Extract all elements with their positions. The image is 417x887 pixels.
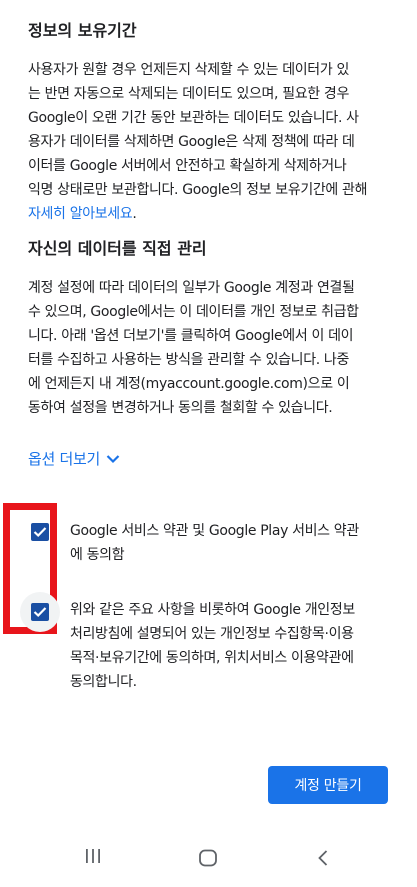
create-account-button[interactable]: 계정 만들기 [268, 766, 388, 804]
learn-more-link[interactable]: 자세히 알아보세요 [28, 206, 133, 222]
check-icon [33, 527, 47, 538]
terms-checkbox[interactable] [31, 523, 49, 541]
privacy-checkbox-label[interactable]: 위와 같은 주요 사항을 비롯하여 Google 개인정보 처리방침에 설명되어… [70, 598, 395, 694]
back-icon[interactable] [316, 849, 330, 867]
chevron-down-icon [106, 455, 120, 464]
manage-paragraph: 계정 설정에 따라 데이터의 일부가 Google 계정과 연결될 수 있으며,… [28, 280, 359, 416]
recent-apps-icon[interactable] [84, 847, 102, 865]
system-navigation-bar [0, 830, 417, 887]
home-icon[interactable] [198, 849, 218, 867]
retention-title: 정보의 보유기간 [28, 21, 137, 40]
more-options-button[interactable]: 옵션 더보기 [28, 447, 120, 471]
more-options-label: 옵션 더보기 [28, 450, 100, 468]
manage-title: 자신의 데이터를 직접 관리 [28, 239, 207, 258]
check-icon [33, 607, 47, 618]
retention-paragraph: 사용자가 원할 경우 언제든지 삭제할 수 있는 데이터가 있 는 반면 자동으… [28, 62, 368, 222]
privacy-checkbox[interactable] [31, 603, 49, 621]
terms-checkbox-label[interactable]: Google 서비스 약관 및 Google Play 서비스 약관 에 동의함 [70, 519, 395, 567]
